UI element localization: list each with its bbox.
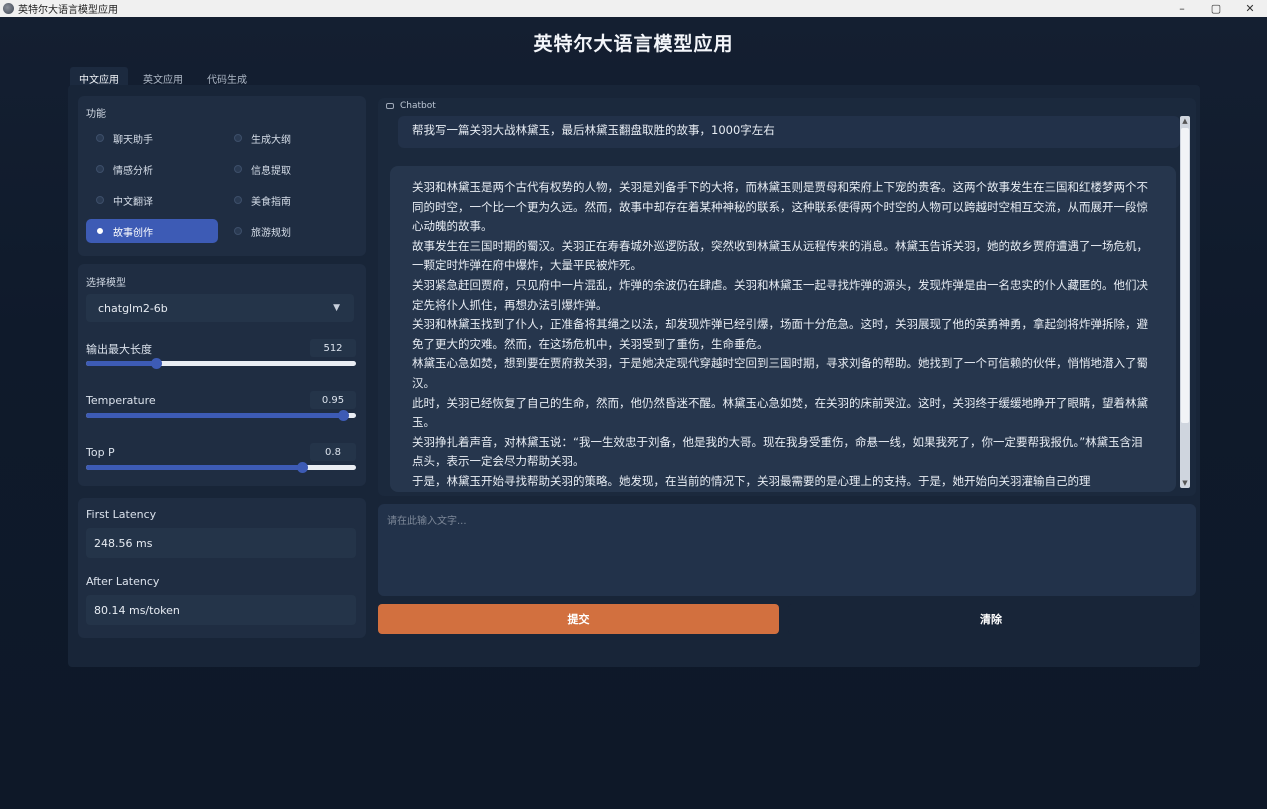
chevron-down-icon: ▼	[333, 303, 340, 313]
radio-label: 聊天助手	[113, 134, 153, 146]
temperature-value[interactable]: 0.95	[310, 391, 356, 409]
radio-label: 生成大纲	[251, 134, 291, 146]
radio-story-creation[interactable]: 故事创作	[86, 219, 218, 243]
radio-info-extraction[interactable]: 信息提取	[224, 157, 356, 181]
slider-fill	[86, 465, 302, 470]
max-length-value[interactable]: 512	[310, 339, 356, 357]
bot-paragraph: 关羽挣扎着声音，对林黛玉说：“我一生效忠于刘备，他是我的大哥。现在我身受重伤，命…	[412, 434, 1143, 469]
model-label: 选择模型	[86, 278, 126, 289]
app-icon	[3, 3, 14, 14]
window-title: 英特尔大语言模型应用	[18, 5, 118, 16]
user-message: 帮我写一篇关羽大战林黛玉，最后林黛玉翻盘取胜的故事，1000字左右	[398, 116, 1180, 148]
function-label: 功能	[86, 109, 106, 120]
max-length-label: 输出最大长度	[86, 343, 152, 356]
radio-sentiment-analysis[interactable]: 情感分析	[86, 157, 218, 181]
radio-travel-planning[interactable]: 旅游规划	[224, 219, 356, 243]
minimize-icon[interactable]: –	[1165, 0, 1199, 17]
slider-handle[interactable]	[337, 410, 349, 421]
bot-paragraph: 此时，关羽已经恢复了自己的生命，然而，他仍然昏迷不醒。林黛玉心急如焚，在关羽的床…	[412, 395, 1148, 430]
slider-fill	[86, 413, 343, 418]
slider-fill	[86, 361, 157, 366]
radio-label: 旅游规划	[251, 227, 291, 239]
model-dropdown[interactable]: chatglm2-6b ▼	[86, 294, 354, 322]
page-title: 英特尔大语言模型应用	[533, 33, 734, 55]
model-panel: 选择模型 chatglm2-6b ▼ 输出最大长度 512 Temperatur…	[78, 264, 366, 486]
radio-label: 美食指南	[251, 196, 291, 208]
close-icon[interactable]: ✕	[1233, 0, 1267, 17]
scroll-down-icon[interactable]: ▼	[1180, 478, 1190, 488]
radio-chat-assistant[interactable]: 聊天助手	[86, 126, 218, 150]
bot-paragraph: 故事发生在三国时期的蜀汉。关羽正在寿春城外巡逻防敌，突然收到林黛玉从远程传来的消…	[412, 238, 1148, 273]
submit-button[interactable]: 提交	[378, 604, 779, 634]
message-input[interactable]	[378, 504, 1196, 596]
radio-generate-outline[interactable]: 生成大纲	[224, 126, 356, 150]
window-controls: – ▢ ✕	[1165, 0, 1267, 17]
slider-handle[interactable]	[297, 462, 308, 473]
radio-dot-icon	[96, 165, 104, 173]
after-latency-label: After Latency	[86, 575, 160, 588]
radio-dot-icon	[96, 196, 104, 204]
bot-paragraph: 关羽和林黛玉是两个古代有权势的人物，关羽是刘备手下的大将，而林黛玉则是贾母和荣府…	[412, 180, 1148, 234]
radio-chinese-translation[interactable]: 中文翻译	[86, 188, 218, 212]
temperature-slider-row: Temperature 0.95	[86, 391, 356, 421]
bot-message: 关羽和林黛玉是两个古代有权势的人物，关羽是刘备手下的大将，而林黛玉则是贾母和荣府…	[390, 166, 1176, 492]
chatbot-header: Chatbot	[386, 101, 436, 111]
maximize-icon[interactable]: ▢	[1199, 0, 1233, 17]
bot-paragraph: 于是，林黛玉开始寻找帮助关羽的策略。她发现，在当前的情况下，关羽最需要的是心理上…	[412, 473, 1091, 488]
chat-bubble-icon	[386, 103, 394, 109]
radio-dot-icon	[234, 196, 242, 204]
first-latency-value: 248.56 ms	[86, 528, 356, 558]
top-p-value[interactable]: 0.8	[310, 443, 356, 461]
after-latency-value: 80.14 ms/token	[86, 595, 356, 625]
top-p-slider[interactable]	[86, 462, 356, 473]
max-length-slider-row: 输出最大长度 512	[86, 339, 356, 369]
max-length-slider[interactable]	[86, 358, 356, 369]
chatbot-label: Chatbot	[400, 101, 436, 111]
radio-label: 故事创作	[113, 227, 153, 239]
model-selected-value: chatglm2-6b	[98, 301, 168, 315]
temperature-label: Temperature	[86, 394, 156, 407]
clear-button[interactable]: 清除	[788, 604, 1194, 634]
scroll-up-icon[interactable]: ▲	[1180, 116, 1190, 126]
bot-paragraph: 关羽和林黛玉找到了仆人，正准备将其绳之以法，却发现炸弹已经引爆，场面十分危急。这…	[412, 317, 1148, 351]
latency-panel: First Latency 248.56 ms After Latency 80…	[78, 498, 366, 638]
radio-dot-icon	[97, 228, 103, 234]
radio-dot-icon	[234, 165, 242, 173]
chatbot-panel: Chatbot 帮我写一篇关羽大战林黛玉，最后林黛玉翻盘取胜的故事，1000字左…	[378, 98, 1196, 496]
scrollbar-thumb[interactable]	[1181, 128, 1189, 423]
slider-handle[interactable]	[151, 358, 163, 369]
radio-food-guide[interactable]: 美食指南	[224, 188, 356, 212]
temperature-slider[interactable]	[86, 410, 356, 421]
radio-dot-icon	[234, 134, 242, 142]
radio-label: 信息提取	[251, 165, 291, 177]
function-panel: 功能 聊天助手 生成大纲 情感分析 信息提取 中文翻译 美食指南 故事创作 旅游…	[78, 96, 366, 256]
bot-paragraph: 关羽紧急赶回贾府，只见府中一片混乱，炸弹的余波仍在肆虐。关羽和林黛玉一起寻找炸弹…	[412, 277, 1148, 312]
top-p-label: Top P	[86, 446, 115, 459]
chat-scrollbar[interactable]: ▲ ▼	[1180, 116, 1190, 488]
radio-label: 中文翻译	[113, 196, 153, 208]
top-p-slider-row: Top P 0.8	[86, 443, 356, 473]
bot-paragraph: 林黛玉心急如焚，想到要在贾府救关羽，于是她决定现代穿越时空回到三国时期，寻求刘备…	[412, 356, 1148, 390]
radio-dot-icon	[234, 227, 242, 235]
window-titlebar: 英特尔大语言模型应用 – ▢ ✕	[0, 0, 1267, 17]
radio-dot-icon	[96, 134, 104, 142]
first-latency-label: First Latency	[86, 508, 157, 521]
radio-label: 情感分析	[113, 165, 153, 177]
